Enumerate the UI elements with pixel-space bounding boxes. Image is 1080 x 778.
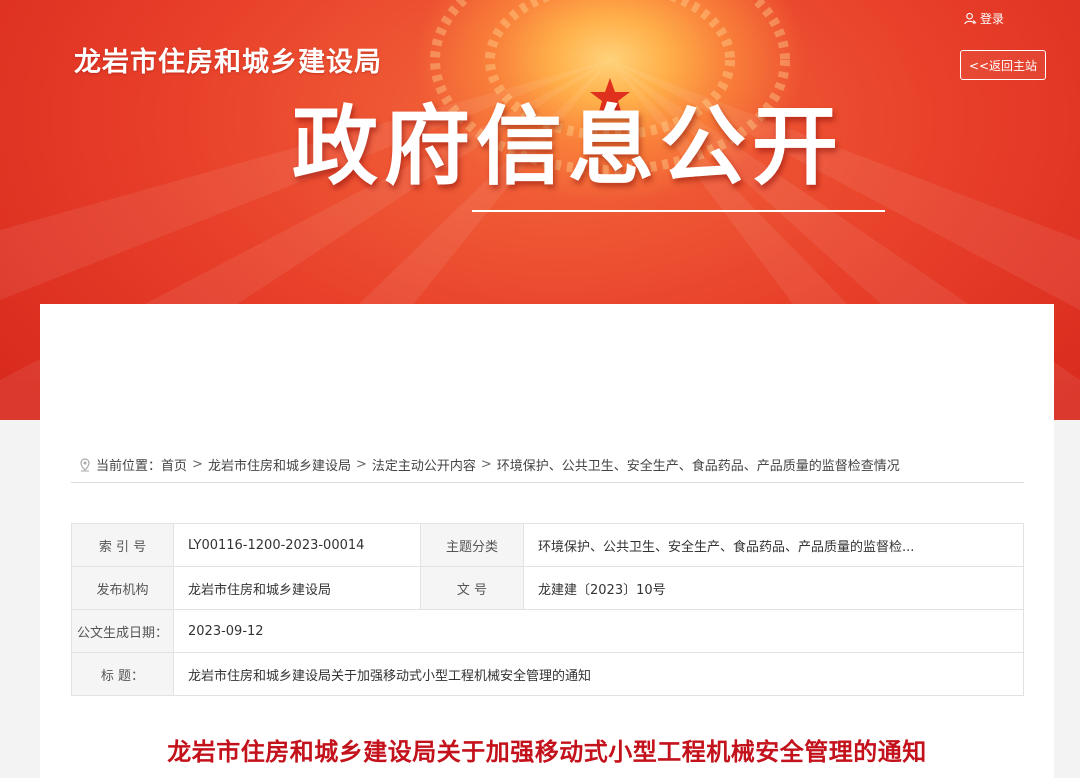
document-metadata-table: 索 引 号 LY00116-1200-2023-00014 主题分类 环境保护、… [71,523,1024,696]
table-row: 发布机构 龙岩市住房和城乡建设局 文 号 龙建建〔2023〕10号 [71,566,1024,610]
page-heading: 政府信息公开 [292,97,844,197]
back-to-main-site-button[interactable]: <<返回主站 [960,50,1046,80]
title-value: 龙岩市住房和城乡建设局关于加强移动式小型工程机械安全管理的通知 [173,652,1024,696]
document-number-label: 文 号 [420,566,524,610]
breadcrumb-prefix: 当前位置： [96,459,162,474]
breadcrumb-category-link[interactable]: 环境保护、公共卫生、安全生产、食品药品、产品质量的监督检查情况 [497,455,900,474]
index-number-value: LY00116-1200-2023-00014 [173,523,421,567]
site-title[interactable]: 龙岩市住房和城乡建设局 [74,40,382,79]
location-pin-icon [80,457,90,471]
table-row: 标 题： 龙岩市住房和城乡建设局关于加强移动式小型工程机械安全管理的通知 [71,652,1024,696]
table-row: 公文生成日期： 2023-09-12 [71,609,1024,653]
publisher-value: 龙岩市住房和城乡建设局 [173,566,421,610]
heading-underline [472,210,885,212]
table-row: 索 引 号 LY00116-1200-2023-00014 主题分类 环境保护、… [71,523,1024,567]
login-link[interactable]: 登录 [964,10,1004,27]
breadcrumb-separator: > [355,457,367,472]
login-label[interactable]: 登录 [980,10,1004,27]
breadcrumb-home-link[interactable]: 首页 [161,455,187,474]
user-icon [964,12,977,25]
title-label: 标 题： [71,652,174,696]
index-number-label: 索 引 号 [71,523,174,567]
breadcrumb-bureau-link[interactable]: 龙岩市住房和城乡建设局 [208,455,351,474]
topic-category-label: 主题分类 [420,523,524,567]
breadcrumb-divider [71,482,1024,483]
breadcrumb-separator: > [480,457,492,472]
document-number-value: 龙建建〔2023〕10号 [523,566,1024,610]
generated-date-value: 2023-09-12 [173,609,1024,653]
topic-category-value: 环境保护、公共卫生、安全生产、食品药品、产品质量的监督检... [523,523,1024,567]
breadcrumb: 当前位置： 首页 > 龙岩市住房和城乡建设局 > 法定主动公开内容 > 环境保护… [78,455,900,474]
publisher-label: 发布机构 [71,566,174,610]
generated-date-label: 公文生成日期： [71,609,174,653]
breadcrumb-separator: > [192,457,203,472]
breadcrumb-statutory-link[interactable]: 法定主动公开内容 [372,455,476,474]
document-title: 龙岩市住房和城乡建设局关于加强移动式小型工程机械安全管理的通知 [167,738,927,766]
